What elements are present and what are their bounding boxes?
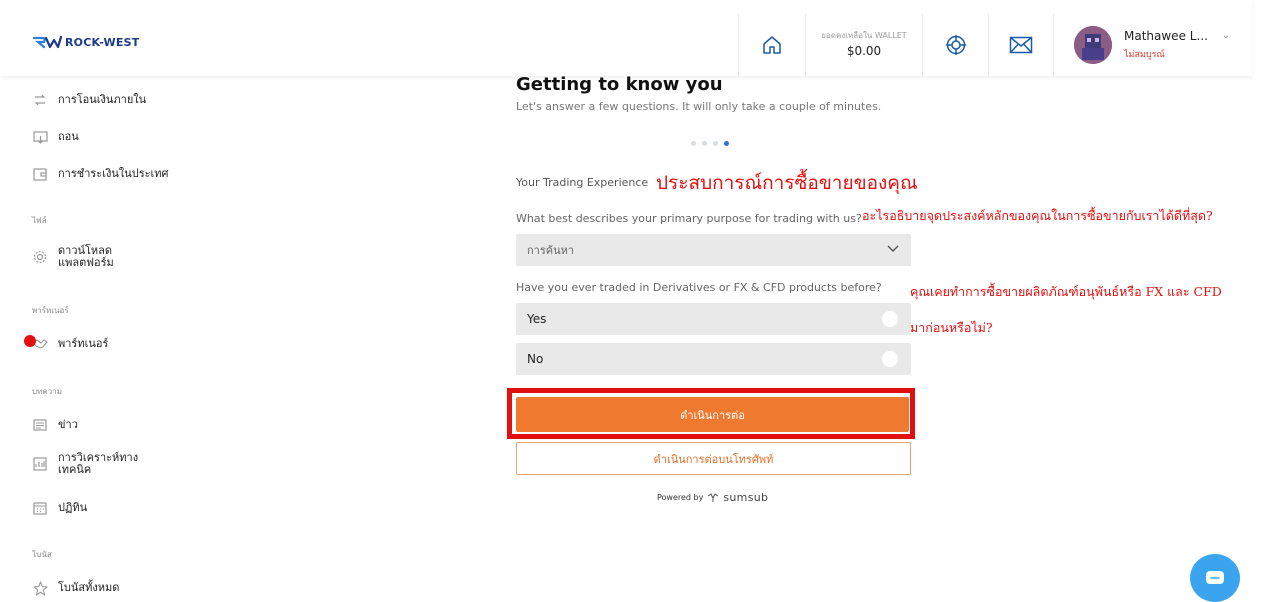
sidebar-item-label: ปฏิทิน [58, 501, 88, 514]
annotation-question2-translation-line2: มาก่อนหรือไม่? [910, 320, 993, 335]
question-purpose: What best describes your primary purpose… [516, 212, 862, 225]
user-status: ไม่สมบูรณ์ [1124, 50, 1165, 60]
sidebar-item-label: ดาวน์โหลด แพลตฟอร์ม [58, 244, 114, 269]
section-bonus: โบนัส [32, 550, 52, 559]
powered-by-brand: sumsub [723, 491, 769, 504]
user-name: Mathawee L... [1124, 29, 1208, 43]
lifebuoy-icon [945, 35, 966, 55]
sidebar-item-domestic-payment[interactable]: การชำระเงินในประเทศ [32, 166, 169, 182]
sidebar-item-label: การชำระเงินในประเทศ [58, 167, 169, 180]
sidebar-item-technical-analysis[interactable]: การวิเคราะห์ทาง เทคนิค [32, 452, 138, 476]
section-heading: Your Trading Experience [516, 176, 649, 189]
messages-button[interactable] [988, 14, 1053, 76]
withdraw-icon [32, 129, 48, 145]
app-root: ROCK-WEST ยอดคงเหลือใน WALLET $0.00 Math… [0, 0, 1281, 602]
powered-by-label: Powered by [657, 493, 704, 502]
chevron-down-icon [887, 243, 899, 256]
step-dot [702, 141, 707, 146]
logo-text: ROCK-WEST [65, 35, 140, 49]
wallet-label: ยอดคงเหลือใน WALLET [821, 31, 907, 40]
step-dot [713, 141, 718, 146]
chevron-down-icon[interactable]: ⌄ [1222, 30, 1230, 41]
sidebar-item-label: ถอน [58, 130, 79, 143]
wallet-icon [32, 166, 48, 182]
powered-by: Powered by sumsub [657, 491, 768, 504]
home-icon [763, 36, 781, 54]
wallet-value: $0.00 [846, 44, 882, 58]
step-dot-active [724, 141, 729, 146]
page-subtitle: Let's answer a few questions. It will on… [516, 100, 882, 113]
sidebar-item-withdraw[interactable]: ถอน [32, 129, 79, 145]
annotation-question2-translation: คุณเคยทำการซื้อขายผลิตภัณฑ์อนุพันธ์หรือ … [910, 284, 1222, 299]
continue-on-phone-button[interactable]: ดำเนินการต่อบนโทรศัพท์ [516, 442, 911, 475]
calendar-icon [32, 500, 48, 516]
wallet-balance[interactable]: ยอดคงเหลือใน WALLET $0.00 [805, 14, 922, 76]
option-label: Yes [527, 312, 547, 326]
select-value: การค้นหา [527, 244, 575, 257]
user-menu[interactable]: Mathawee L... ไม่สมบูรณ์ ⌄ [1053, 14, 1252, 76]
sidebar-item-partners[interactable]: พาร์ทเนอร์ [32, 336, 108, 352]
chat-icon [1206, 571, 1224, 584]
avatar [1074, 26, 1112, 64]
top-header: ROCK-WEST ยอดคงเหลือใน WALLET $0.00 Math… [0, 0, 1252, 76]
star-icon [32, 580, 48, 596]
gear-icon [32, 249, 48, 265]
sidebar-item-label: ข่าว [58, 418, 78, 431]
mail-icon [1009, 36, 1033, 54]
option-label: No [527, 352, 544, 366]
sidebar-item-label: พาร์ทเนอร์ [58, 337, 109, 350]
section-articles: บทความ [32, 387, 62, 396]
home-button[interactable] [738, 14, 805, 76]
radio-button[interactable] [882, 351, 898, 367]
question-experience: Have you ever traded in Derivatives or F… [516, 281, 882, 294]
notification-dot [24, 335, 36, 347]
sidebar-item-calendar[interactable]: ปฏิทิน [32, 500, 87, 516]
section-files: ไฟล์ [32, 216, 47, 225]
option-no[interactable]: No [516, 343, 911, 375]
step-dot [691, 141, 696, 146]
radio-button[interactable] [882, 311, 898, 327]
option-yes[interactable]: Yes [516, 303, 911, 335]
transfer-icon [32, 92, 48, 108]
sidebar-item-news[interactable]: ข่าว [32, 417, 78, 433]
logo[interactable]: ROCK-WEST [32, 34, 139, 50]
chart-icon [32, 456, 48, 472]
news-icon [32, 417, 48, 433]
user-info: Mathawee L... ไม่สมบูรณ์ [1124, 28, 1208, 62]
sidebar-item-internal-transfer[interactable]: การโอนเงินภายใน [32, 92, 146, 108]
sidebar-item-label: โบนัสทั้งหมด [58, 581, 120, 594]
section-partners: พาร์ทเนอร์ [32, 306, 69, 315]
support-button[interactable] [922, 14, 988, 76]
step-indicator [691, 141, 729, 146]
sidebar-item-download-platform[interactable]: ดาวน์โหลด แพลตฟอร์ม [32, 245, 114, 269]
logo-mark-icon [32, 35, 62, 49]
sidebar-item-label: การวิเคราะห์ทาง เทคนิค [58, 451, 139, 476]
page-title: Getting to know you [516, 74, 723, 95]
sidebar-item-all-bonuses[interactable]: โบนัสทั้งหมด [32, 580, 119, 596]
sumsub-logo-icon [708, 492, 719, 502]
annotation-section-translation: ประสบการณ์การซื้อขายของคุณ [656, 172, 918, 194]
chat-button[interactable] [1190, 554, 1240, 602]
sidebar-item-label: การโอนเงินภายใน [58, 93, 147, 106]
purpose-select[interactable]: การค้นหา [516, 234, 911, 266]
annotation-question1-translation: อะไรอธิบายจุดประสงค์หลักของคุณในการซื้อข… [862, 208, 1213, 223]
continue-button[interactable]: ดำเนินการต่อ [516, 397, 909, 432]
